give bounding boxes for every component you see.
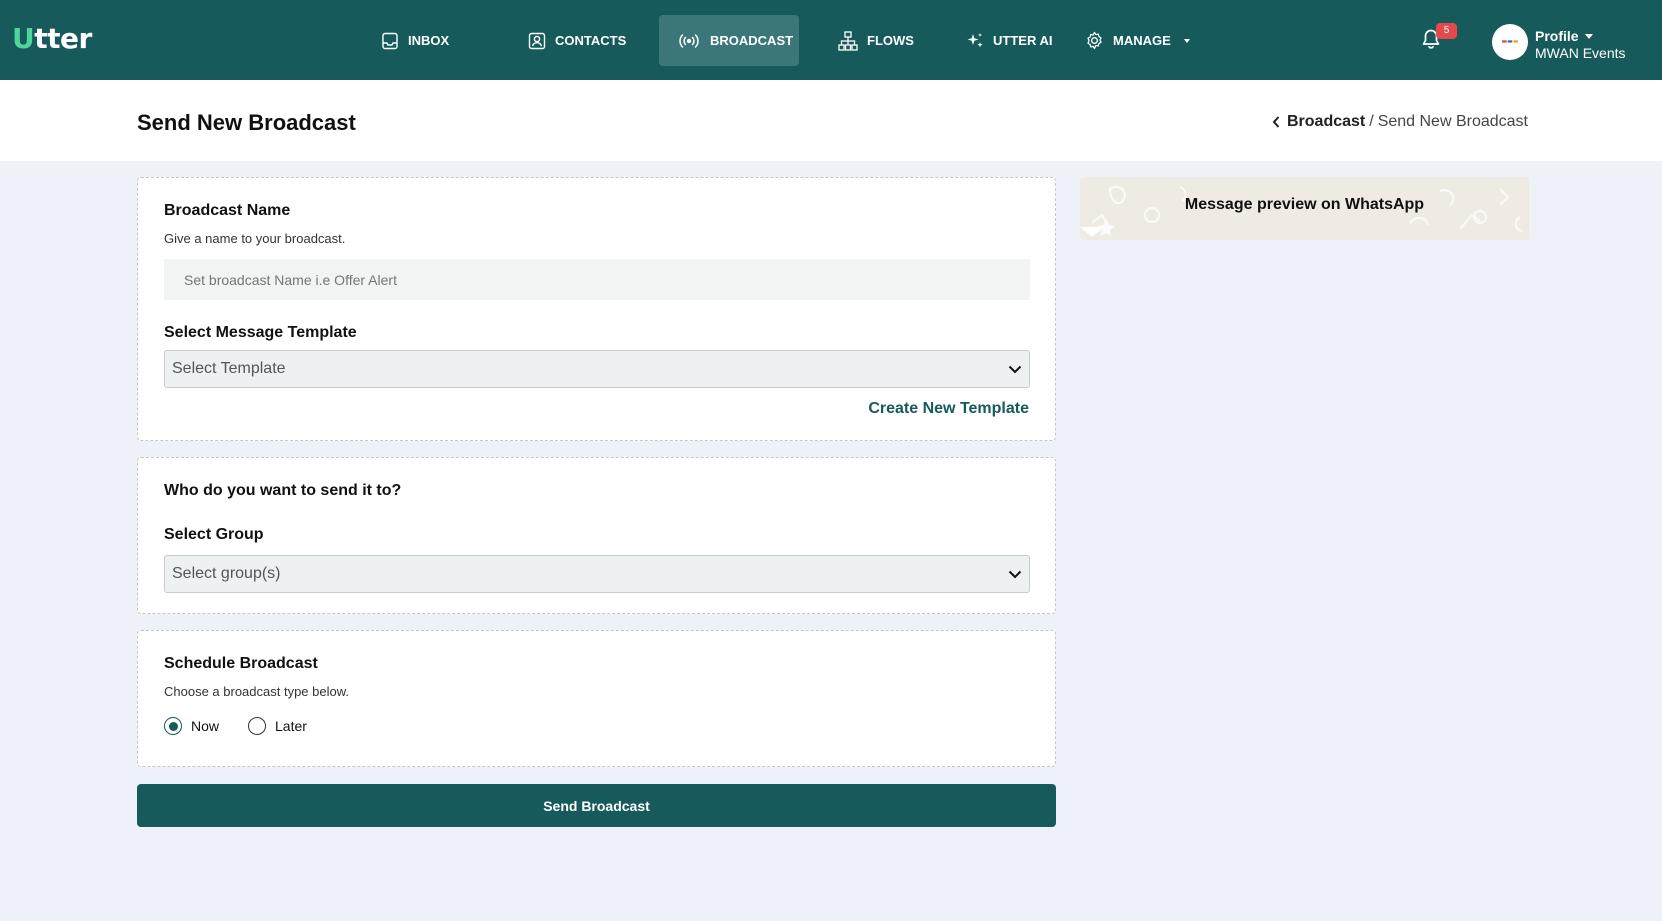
- schedule-now-radio[interactable]: Now: [164, 717, 219, 735]
- broadcast-name-heading: Broadcast Name: [164, 202, 291, 219]
- nav-utter-ai[interactable]: UTTER AI: [948, 15, 1070, 66]
- schedule-heading: Schedule Broadcast: [164, 655, 318, 672]
- profile-label: Profile: [1535, 28, 1579, 44]
- logo-text: tter: [34, 22, 92, 55]
- schedule-radio-group: Now Later: [164, 717, 336, 735]
- schedule-later-radio[interactable]: Later: [248, 717, 307, 735]
- chevron-down-icon: [1008, 365, 1022, 373]
- breadcrumb: Broadcast / Send New Broadcast: [1272, 113, 1528, 131]
- nav-utter-ai-label: UTTER AI: [993, 33, 1053, 48]
- avatar[interactable]: ▬▬▬: [1492, 24, 1528, 60]
- org-name: MWAN Events: [1535, 45, 1626, 61]
- broadcast-details-card: Broadcast Name Give a name to your broad…: [137, 177, 1056, 441]
- contacts-icon: [528, 32, 546, 49]
- sparkle-icon: [967, 32, 983, 47]
- nav-inbox-label: INBOX: [408, 33, 450, 48]
- org-logo-icon: ▬▬▬: [1501, 38, 1519, 45]
- schedule-now-label: Now: [191, 718, 220, 734]
- broadcast-name-hint: Give a name to your broadcast.: [164, 231, 346, 246]
- audience-card: Who do you want to send it to? Select Gr…: [137, 457, 1056, 614]
- chat-bubble-tail-icon: [1080, 227, 1104, 237]
- group-heading: Select Group: [164, 526, 264, 543]
- gear-icon: [1087, 31, 1102, 50]
- create-template-link[interactable]: Create New Template: [868, 400, 1029, 418]
- radio-checked-icon: [164, 717, 182, 735]
- preview-title: Message preview on WhatsApp: [1184, 196, 1425, 213]
- template-heading: Select Message Template: [164, 324, 357, 341]
- whatsapp-preview-panel: Message preview on WhatsApp: [1080, 177, 1529, 240]
- nav-contacts-label: CONTACTS: [555, 33, 627, 48]
- chevron-left-icon: [1272, 116, 1280, 128]
- audience-question: Who do you want to send it to?: [164, 482, 402, 499]
- flows-icon: [838, 30, 858, 51]
- nav-broadcast-label: BROADCAST: [710, 33, 794, 48]
- group-select[interactable]: Select group(s): [164, 555, 1030, 593]
- chevron-down-icon: [1008, 570, 1022, 578]
- template-select-value: Select Template: [172, 360, 286, 377]
- breadcrumb-current: Send New Broadcast: [1377, 113, 1528, 130]
- schedule-later-label: Later: [275, 718, 307, 734]
- schedule-hint: Choose a broadcast type below.: [164, 684, 350, 699]
- breadcrumb-separator: /: [1369, 113, 1374, 130]
- nav-broadcast[interactable]: BROADCAST: [659, 15, 799, 66]
- nav-manage[interactable]: MANAGE: [1067, 15, 1208, 66]
- nav-inbox[interactable]: INBOX: [363, 15, 467, 66]
- group-select-value: Select group(s): [172, 565, 281, 582]
- chevron-down-icon: [1183, 38, 1190, 43]
- radio-unchecked-icon: [248, 717, 267, 735]
- nav-flows-label: FLOWS: [867, 33, 914, 48]
- breadcrumb-back-link[interactable]: Broadcast: [1272, 113, 1365, 131]
- profile-caret-icon: [1584, 33, 1593, 39]
- nav-contacts[interactable]: CONTACTS: [510, 15, 644, 66]
- nav-manage-label: MANAGE: [1113, 33, 1171, 48]
- notification-count-badge: 5: [1436, 23, 1457, 39]
- schedule-card: Schedule Broadcast Choose a broadcast ty…: [137, 630, 1056, 767]
- template-select[interactable]: Select Template: [164, 350, 1030, 388]
- breadcrumb-parent: Broadcast: [1286, 113, 1366, 130]
- nav-flows[interactable]: FLOWS: [820, 15, 932, 66]
- logo-accent-letter: U: [12, 22, 35, 55]
- top-navbar: Utter INBOX CONTACTS BROADCAST FLOWS UTT…: [0, 0, 1662, 80]
- broadcast-name-input[interactable]: [164, 259, 1030, 300]
- send-broadcast-button[interactable]: Send Broadcast: [137, 784, 1056, 827]
- broadcast-icon: [679, 33, 699, 48]
- profile-label-row: Profile: [1535, 28, 1626, 44]
- utter-logo[interactable]: Utter: [12, 22, 92, 55]
- profile-menu[interactable]: Profile MWAN Events: [1535, 28, 1626, 61]
- page-title: Send New Broadcast: [137, 110, 356, 135]
- inbox-icon: [382, 32, 398, 49]
